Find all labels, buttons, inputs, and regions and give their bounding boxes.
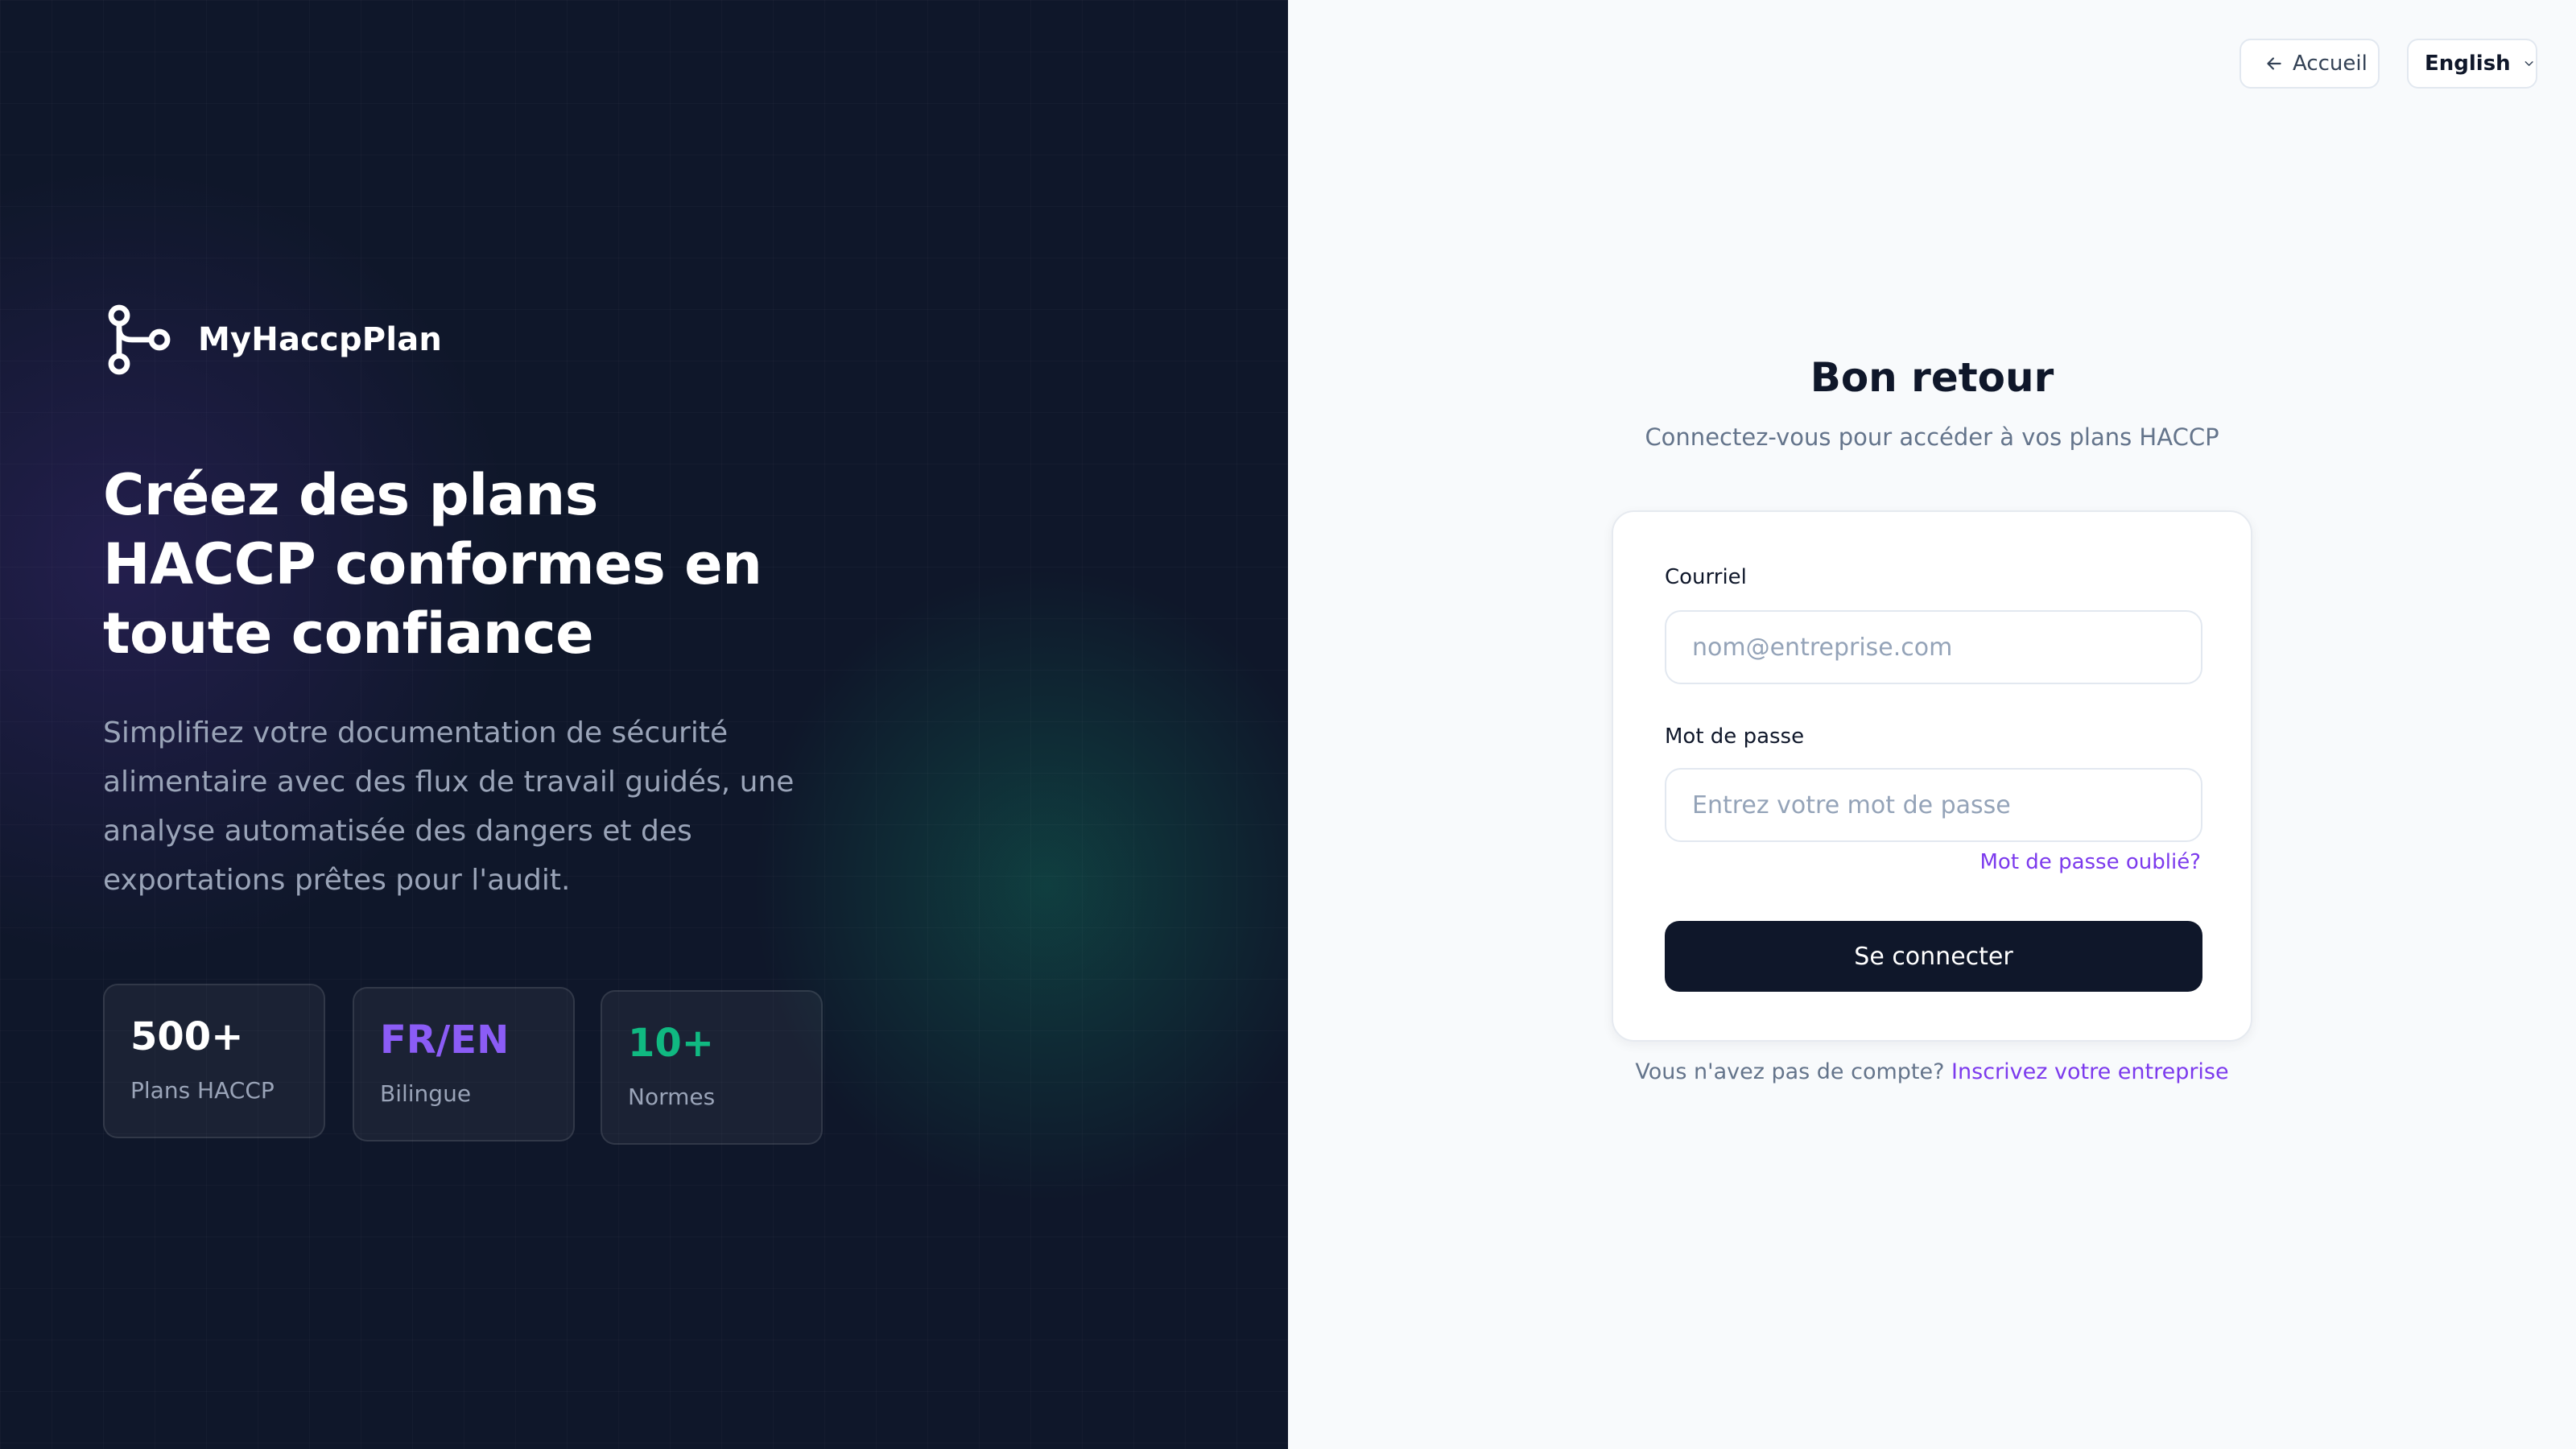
signup-prompt: Vous n'avez pas de compte? Inscrivez vot…	[1288, 1059, 2576, 1084]
arrow-left-icon	[2267, 57, 2281, 70]
brand: MyHaccpPlan	[103, 303, 442, 377]
sign-in-button[interactable]: Se connecter	[1665, 921, 2202, 992]
stat-value: FR/EN	[380, 1018, 510, 1063]
password-label: Mot de passe	[1665, 724, 1805, 749]
back-home-button[interactable]: Accueil	[2240, 39, 2380, 89]
forgot-password-link[interactable]: Mot de passe oublié?	[1980, 850, 2202, 874]
back-home-label: Accueil	[2293, 52, 2368, 76]
login-card: Courriel Mot de passe Mot de passe oubli…	[1612, 510, 2252, 1042]
brand-name: MyHaccpPlan	[198, 321, 443, 358]
stat-label: Plans HACCP	[130, 1077, 275, 1104]
no-account-text: Vous n'avez pas de compte?	[1635, 1059, 1945, 1084]
stat-label: Bilingue	[380, 1080, 472, 1107]
stat-card-standards: 10+ Normes	[601, 990, 823, 1145]
language-label: English	[2425, 52, 2511, 76]
hero-panel: MyHaccpPlan Créez des plans HACCP confor…	[0, 0, 1288, 1449]
workflow-nodes-icon	[108, 304, 171, 375]
stat-value: 10+	[628, 1021, 715, 1066]
stat-value: 500+	[130, 1014, 244, 1059]
stat-label: Normes	[628, 1084, 716, 1110]
login-subtitle: Connectez-vous pour accéder à vos plans …	[1645, 423, 2219, 451]
hero-description: Simplifiez votre documentation de sécuri…	[103, 716, 795, 897]
password-field[interactable]	[1665, 768, 2202, 842]
register-company-link[interactable]: Inscrivez votre entreprise	[1951, 1059, 2229, 1084]
chevron-down-icon	[2524, 61, 2533, 66]
email-label: Courriel	[1665, 565, 1747, 589]
login-title: Bon retour	[1810, 354, 2054, 401]
hero-headline: Créez des plans HACCP conformes en toute…	[103, 462, 762, 667]
language-select[interactable]: English	[2407, 39, 2537, 89]
email-field[interactable]	[1665, 610, 2202, 684]
stat-card-plans: 500+ Plans HACCP	[103, 984, 325, 1138]
stat-card-languages: FR/EN Bilingue	[353, 987, 575, 1141]
